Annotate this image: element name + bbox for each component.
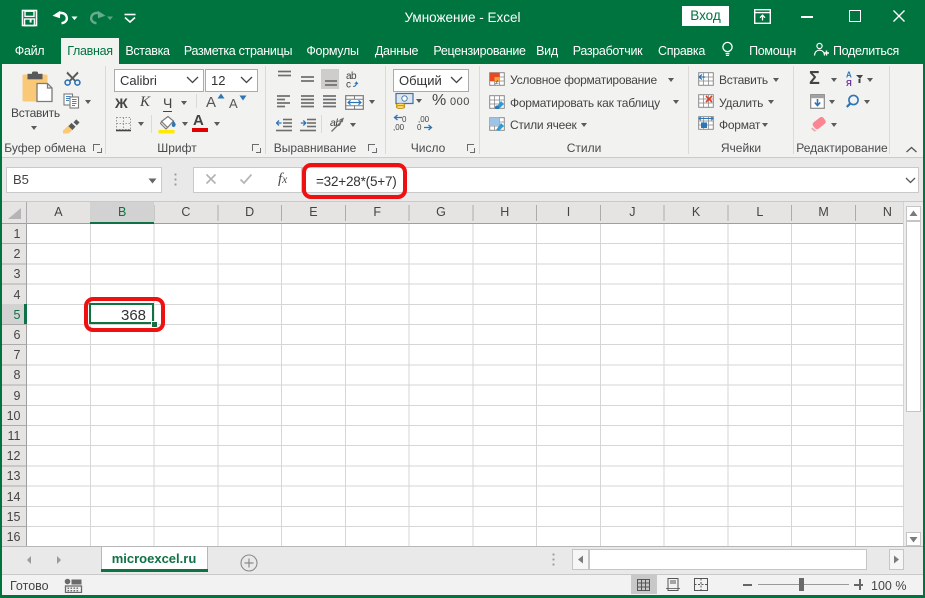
svg-text:Я: Я: [846, 79, 852, 86]
svg-text:≠: ≠: [495, 80, 499, 87]
svg-text:,00: ,00: [393, 123, 405, 132]
svg-text:c: c: [346, 80, 351, 89]
svg-text:0: 0: [417, 123, 422, 132]
